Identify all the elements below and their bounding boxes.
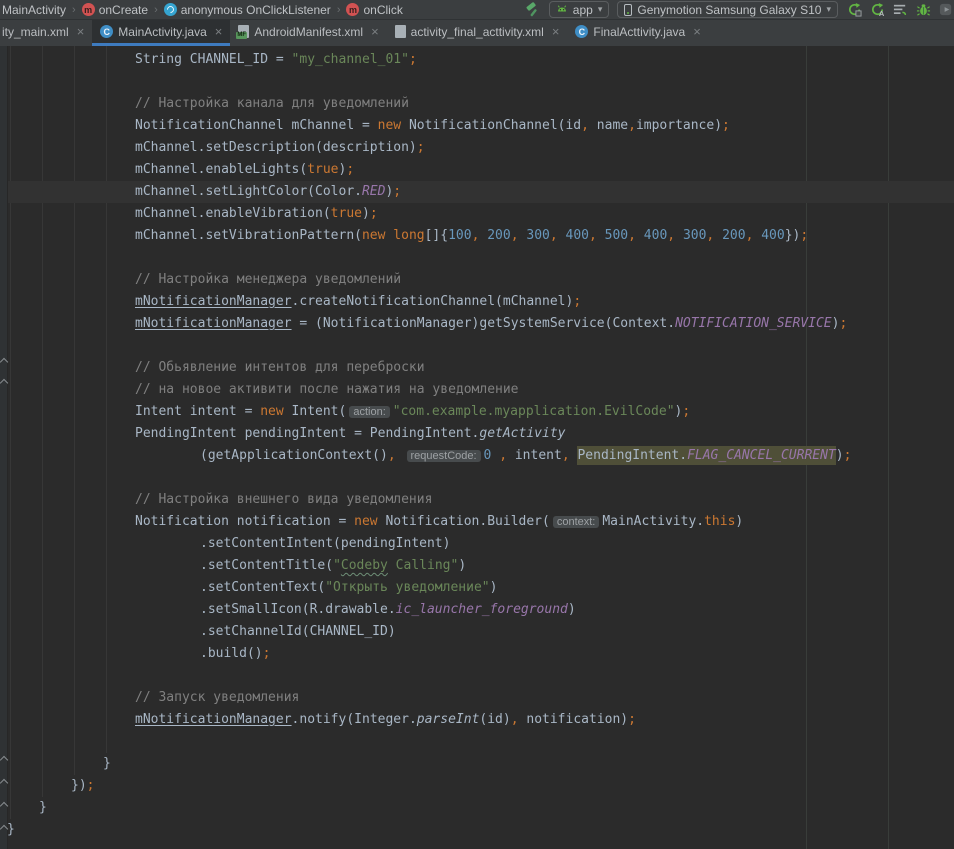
code-line[interactable]: .build(); bbox=[0, 643, 954, 665]
editor-tab-bar: ity_main.xml × C MainActivity.java × MF Androi… bbox=[0, 20, 954, 46]
breadcrumb-separator-icon: › bbox=[72, 4, 76, 16]
method-icon: m bbox=[346, 3, 359, 16]
code-line[interactable]: } bbox=[0, 819, 954, 841]
device-select[interactable]: Genymotion Samsung Galaxy S10 ▾ bbox=[617, 1, 838, 18]
svg-text:A: A bbox=[878, 9, 884, 17]
breadcrumb: MainActivity › m onCreate › anonymous OnClick… bbox=[2, 3, 525, 17]
breadcrumb-item[interactable]: m onClick bbox=[346, 3, 402, 17]
breadcrumb-separator-icon: › bbox=[154, 4, 158, 16]
tab-activity-final-acttivity-xml[interactable]: activity_final_acttivity.xml × bbox=[387, 20, 568, 46]
build-tasks-icon[interactable] bbox=[892, 2, 908, 18]
code-line[interactable] bbox=[0, 731, 954, 753]
code-line[interactable]: PendingIntent pendingIntent = PendingInt… bbox=[0, 423, 954, 445]
fold-marker-icon bbox=[0, 756, 8, 764]
code-line[interactable]: .setChannelId(CHANNEL_ID) bbox=[0, 621, 954, 643]
java-class-icon: C bbox=[100, 25, 113, 38]
code-line[interactable]: mNotificationManager = (NotificationMana… bbox=[0, 313, 954, 335]
breadcrumb-item[interactable]: m onCreate bbox=[82, 3, 148, 17]
close-icon[interactable]: × bbox=[77, 25, 85, 38]
build-hammer-icon[interactable] bbox=[525, 2, 541, 18]
fold-marker-icon bbox=[0, 825, 8, 833]
code-line[interactable] bbox=[0, 665, 954, 687]
chevron-down-icon: ▾ bbox=[598, 4, 603, 15]
code-line[interactable]: mNotificationManager.notify(Integer.pars… bbox=[0, 709, 954, 731]
tab-label: FinalActtivity.java bbox=[593, 25, 685, 39]
run-action-icons: A bbox=[846, 2, 954, 18]
code-line[interactable]: NotificationChannel mChannel = new Notif… bbox=[0, 115, 954, 137]
breadcrumb-item[interactable]: MainActivity bbox=[2, 3, 66, 17]
gutter-strip bbox=[0, 46, 8, 849]
tab-mainactivity-java[interactable]: C MainActivity.java × bbox=[92, 20, 230, 46]
code-line[interactable]: // на новое активити после нажатия на ув… bbox=[0, 379, 954, 401]
code-line[interactable]: mChannel.setVibrationPattern(new long[]{… bbox=[0, 225, 954, 247]
code-line[interactable]: Intent intent = new Intent(action:"com.e… bbox=[0, 401, 954, 423]
android-icon bbox=[556, 4, 568, 16]
apply-code-changes-icon[interactable]: A bbox=[869, 2, 885, 18]
code-line[interactable] bbox=[0, 247, 954, 269]
code-line[interactable]: } bbox=[0, 753, 954, 775]
breadcrumb-separator-icon: › bbox=[337, 4, 341, 16]
code-line[interactable] bbox=[0, 467, 954, 489]
manifest-file-icon: MF bbox=[238, 25, 249, 38]
code-line[interactable]: mChannel.setDescription(description); bbox=[0, 137, 954, 159]
fold-marker-icon bbox=[0, 779, 8, 787]
close-icon[interactable]: × bbox=[215, 25, 223, 38]
code-line[interactable]: // Настройка внешнего вида уведомления bbox=[0, 489, 954, 511]
run-configuration-label: app bbox=[573, 3, 593, 17]
java-class-icon: C bbox=[575, 25, 588, 38]
tab-finalacttivity-java[interactable]: C FinalActtivity.java × bbox=[567, 20, 708, 46]
run-configuration-select[interactable]: app ▾ bbox=[549, 1, 610, 18]
code-line[interactable]: mNotificationManager.createNotificationC… bbox=[0, 291, 954, 313]
breadcrumb-item[interactable]: anonymous OnClickListener bbox=[164, 3, 331, 17]
tab-label: ity_main.xml bbox=[2, 25, 69, 39]
code-line[interactable]: .setContentText("Открыть уведомление") bbox=[0, 577, 954, 599]
code-line[interactable]: mChannel.setLightColor(Color.RED); bbox=[0, 181, 954, 203]
code-line[interactable]: .setContentTitle("Codeby Calling") bbox=[0, 555, 954, 577]
breadcrumb-item-label: onClick bbox=[363, 3, 402, 17]
method-icon: m bbox=[82, 3, 95, 16]
debug-icon[interactable] bbox=[915, 2, 931, 18]
phone-icon bbox=[624, 4, 632, 16]
code-area[interactable]: String CHANNEL_ID = "my_channel_01"; // Н… bbox=[0, 49, 954, 841]
tab-label: activity_final_acttivity.xml bbox=[411, 25, 544, 39]
code-line[interactable]: String CHANNEL_ID = "my_channel_01"; bbox=[0, 49, 954, 71]
fold-marker-icon bbox=[0, 802, 8, 810]
code-line[interactable]: // Запуск уведомления bbox=[0, 687, 954, 709]
anonymous-class-icon bbox=[164, 3, 177, 16]
chevron-down-icon: ▾ bbox=[826, 4, 831, 15]
layout-xml-file-icon bbox=[395, 25, 406, 38]
code-line[interactable]: mChannel.enableVibration(true); bbox=[0, 203, 954, 225]
tab-ity-main-xml[interactable]: ity_main.xml × bbox=[0, 20, 92, 46]
code-line[interactable]: // Обьявление интентов для переброски bbox=[0, 357, 954, 379]
main-toolbar: MainActivity › m onCreate › anonymous OnClick… bbox=[0, 0, 954, 20]
breadcrumb-item-label: anonymous OnClickListener bbox=[181, 3, 331, 17]
code-editor[interactable]: String CHANNEL_ID = "my_channel_01"; // Н… bbox=[0, 46, 954, 849]
tab-androidmanifest-xml[interactable]: MF AndroidManifest.xml × bbox=[230, 20, 386, 46]
code-line[interactable]: (getApplicationContext(), requestCode:0 … bbox=[0, 445, 954, 467]
code-line[interactable]: } bbox=[0, 797, 954, 819]
close-icon[interactable]: × bbox=[552, 25, 560, 38]
code-line[interactable]: Notification notification = new Notifica… bbox=[0, 511, 954, 533]
code-line[interactable] bbox=[0, 71, 954, 93]
close-icon[interactable]: × bbox=[693, 25, 701, 38]
fold-marker-icon bbox=[0, 379, 8, 387]
code-line[interactable]: // Настройка менеджера уведомлений bbox=[0, 269, 954, 291]
code-line[interactable]: // Настройка канала для уведомлений bbox=[0, 93, 954, 115]
code-line[interactable]: }); bbox=[0, 775, 954, 797]
code-line[interactable]: .setContentIntent(pendingIntent) bbox=[0, 533, 954, 555]
tab-label: AndroidManifest.xml bbox=[254, 25, 363, 39]
code-line[interactable]: .setSmallIcon(R.drawable.ic_launcher_for… bbox=[0, 599, 954, 621]
fold-marker-icon bbox=[0, 358, 8, 366]
close-icon[interactable]: × bbox=[371, 25, 379, 38]
code-line[interactable]: mChannel.enableLights(true); bbox=[0, 159, 954, 181]
toolbar-right: app ▾ Genymotion Samsung Galaxy S10 ▾ A bbox=[525, 1, 954, 18]
profiler-icon[interactable] bbox=[938, 2, 954, 18]
apply-changes-restart-icon[interactable] bbox=[846, 2, 862, 18]
breadcrumb-item-label: onCreate bbox=[99, 3, 148, 17]
breadcrumb-item-label: MainActivity bbox=[2, 3, 66, 17]
code-line[interactable] bbox=[0, 335, 954, 357]
device-label: Genymotion Samsung Galaxy S10 bbox=[637, 3, 821, 17]
tab-label: MainActivity.java bbox=[118, 25, 206, 39]
